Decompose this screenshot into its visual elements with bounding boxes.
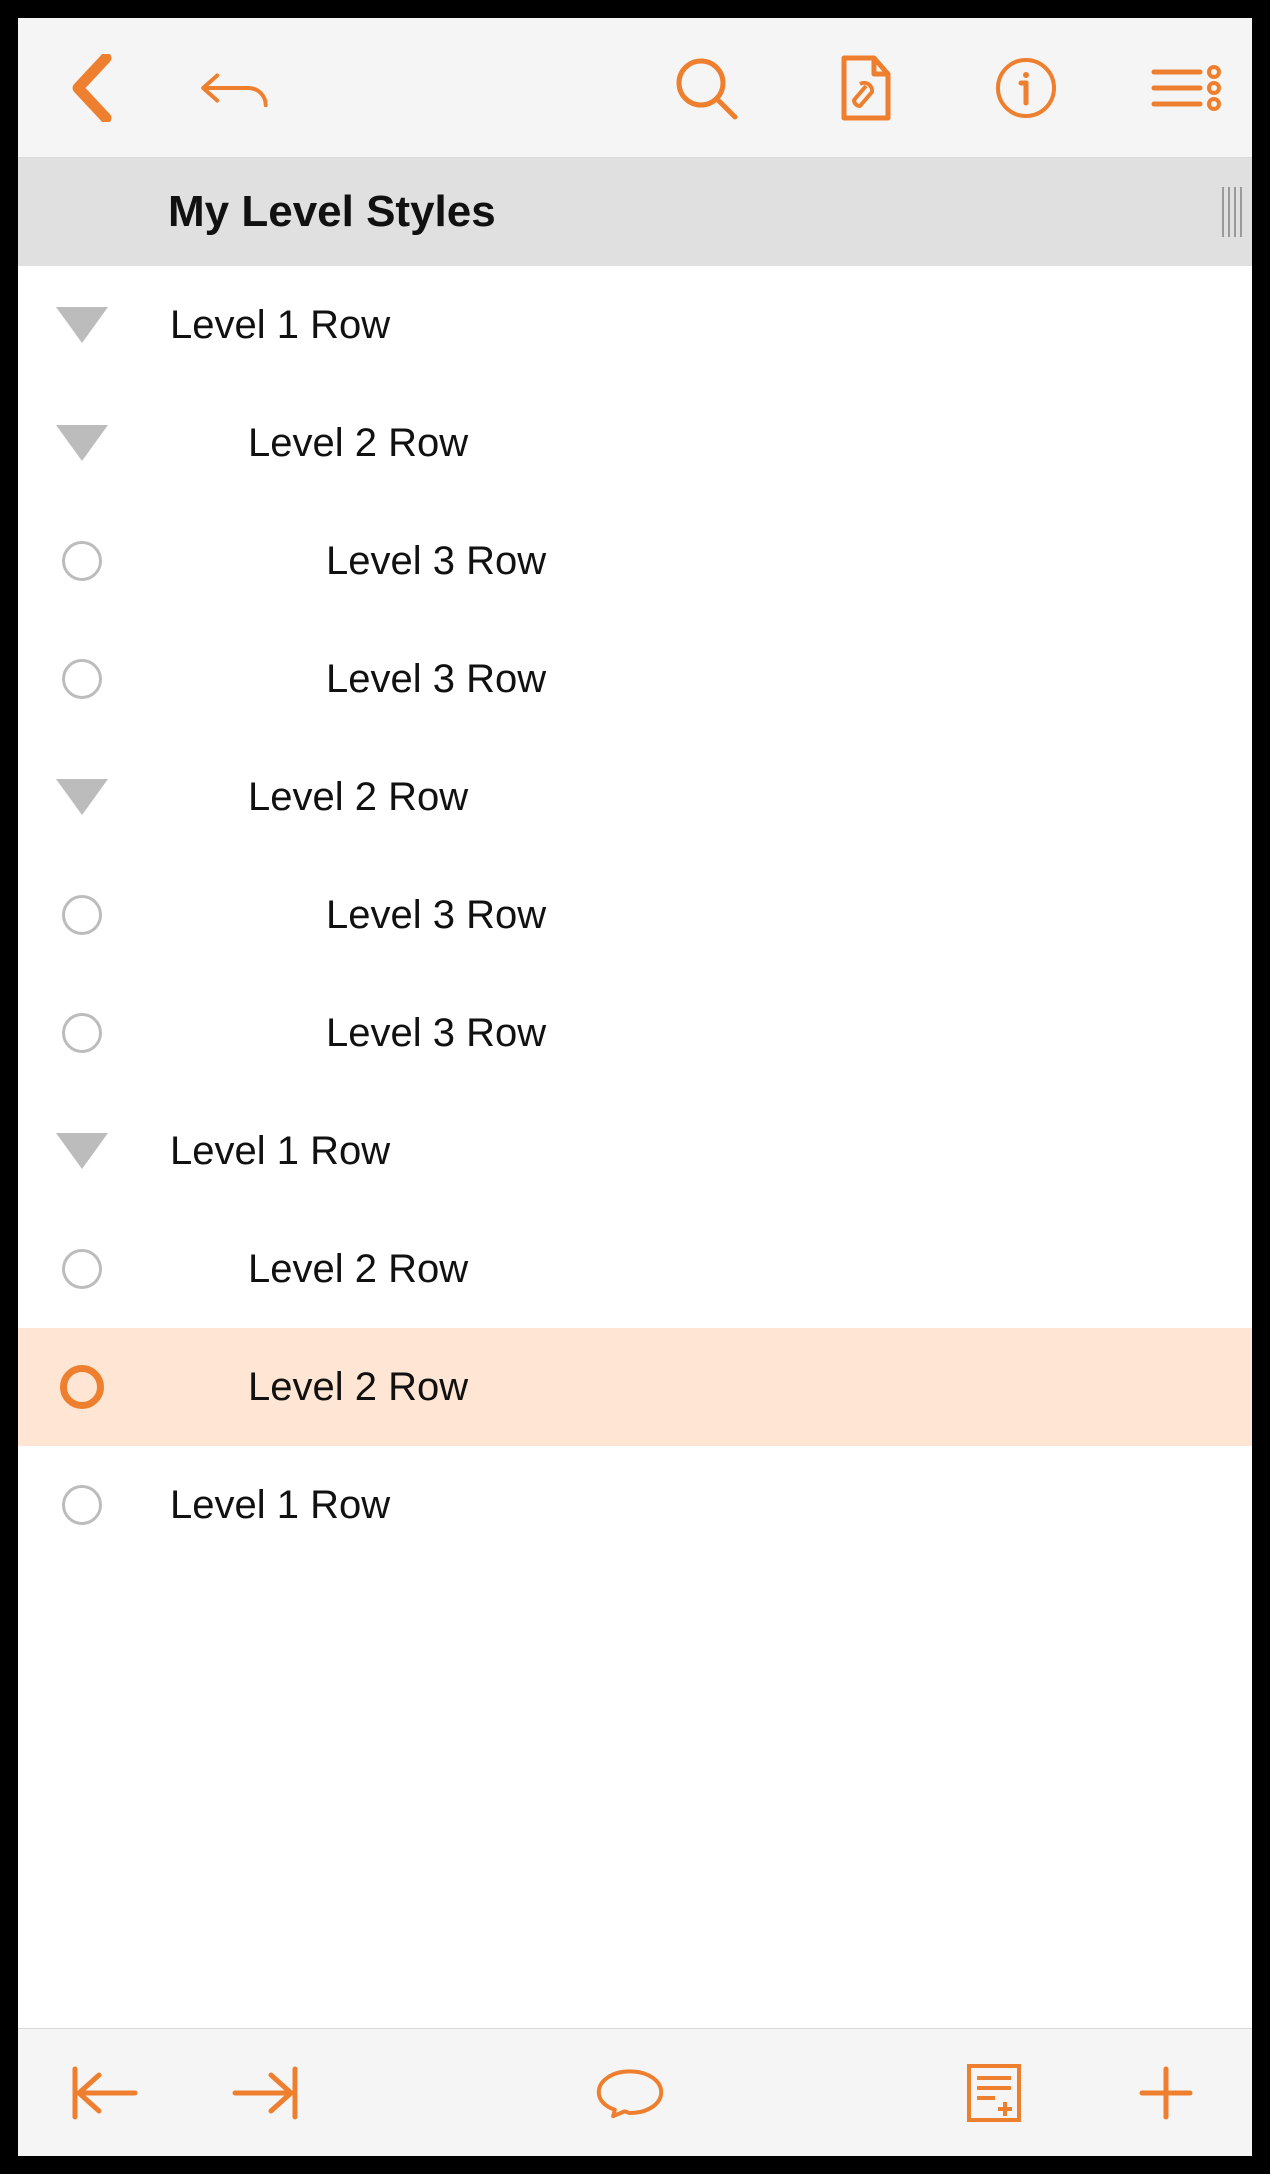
outdent-icon	[69, 2065, 139, 2121]
status-circle-icon[interactable]	[54, 1249, 110, 1289]
bottom-toolbar	[18, 2028, 1252, 2156]
document-header[interactable]: My Level Styles	[18, 158, 1252, 266]
outline-row[interactable]: Level 2 Row	[18, 1328, 1252, 1446]
more-menu-button[interactable]	[1150, 52, 1222, 124]
outline-row[interactable]: Level 3 Row	[18, 974, 1252, 1092]
outline-row[interactable]: Level 2 Row	[18, 1210, 1252, 1328]
outline-row[interactable]: Level 1 Row	[18, 266, 1252, 384]
status-circle-icon[interactable]	[54, 1485, 110, 1525]
row-label[interactable]: Level 3 Row	[326, 657, 546, 702]
speech-bubble-icon	[594, 2060, 666, 2126]
row-label[interactable]: Level 3 Row	[326, 539, 546, 584]
document-title: My Level Styles	[168, 187, 496, 237]
document-wrench-icon	[838, 54, 894, 122]
status-circle-icon[interactable]	[54, 1013, 110, 1053]
note-button[interactable]	[594, 2057, 666, 2129]
top-toolbar	[18, 18, 1252, 158]
row-label[interactable]: Level 3 Row	[326, 893, 546, 938]
row-label[interactable]: Level 1 Row	[170, 1129, 390, 1174]
row-label[interactable]: Level 3 Row	[326, 1011, 546, 1056]
list-more-icon	[1150, 64, 1222, 112]
undo-icon	[200, 60, 272, 116]
info-icon	[995, 57, 1057, 119]
indent-button[interactable]	[230, 2057, 302, 2129]
plus-icon	[1136, 2063, 1196, 2123]
outline-row[interactable]: Level 3 Row	[18, 620, 1252, 738]
column-resize-handle[interactable]	[1220, 187, 1244, 237]
status-circle-icon[interactable]	[54, 895, 110, 935]
row-label[interactable]: Level 2 Row	[248, 775, 468, 820]
disclosure-triangle-icon[interactable]	[54, 307, 110, 343]
row-label[interactable]: Level 2 Row	[248, 1247, 468, 1292]
disclosure-triangle-icon[interactable]	[54, 779, 110, 815]
outline-row[interactable]: Level 2 Row	[18, 738, 1252, 856]
undo-button[interactable]	[200, 52, 272, 124]
row-label[interactable]: Level 1 Row	[170, 303, 390, 348]
chevron-left-icon	[70, 54, 114, 122]
status-circle-icon[interactable]	[54, 659, 110, 699]
indent-icon	[231, 2065, 301, 2121]
back-button[interactable]	[56, 52, 128, 124]
disclosure-triangle-icon[interactable]	[54, 425, 110, 461]
row-label[interactable]: Level 1 Row	[170, 1483, 390, 1528]
disclosure-triangle-icon[interactable]	[54, 1133, 110, 1169]
document-settings-button[interactable]	[830, 52, 902, 124]
search-button[interactable]	[670, 52, 742, 124]
outline-content: Level 1 Row Level 2 Row Level 3 Row Level 3…	[18, 266, 1252, 2028]
status-circle-icon[interactable]	[54, 1365, 110, 1409]
outline-row[interactable]: Level 3 Row	[18, 502, 1252, 620]
outline-row[interactable]: Level 1 Row	[18, 1446, 1252, 1564]
row-label[interactable]: Level 2 Row	[248, 421, 468, 466]
search-icon	[673, 55, 739, 121]
status-circle-icon[interactable]	[54, 541, 110, 581]
row-label[interactable]: Level 2 Row	[248, 1365, 468, 1410]
info-button[interactable]	[990, 52, 1062, 124]
note-page-icon	[965, 2062, 1023, 2124]
attach-note-button[interactable]	[958, 2057, 1030, 2129]
outdent-button[interactable]	[68, 2057, 140, 2129]
outline-row[interactable]: Level 2 Row	[18, 384, 1252, 502]
add-row-button[interactable]	[1130, 2057, 1202, 2129]
outline-row[interactable]: Level 3 Row	[18, 856, 1252, 974]
outline-row[interactable]: Level 1 Row	[18, 1092, 1252, 1210]
